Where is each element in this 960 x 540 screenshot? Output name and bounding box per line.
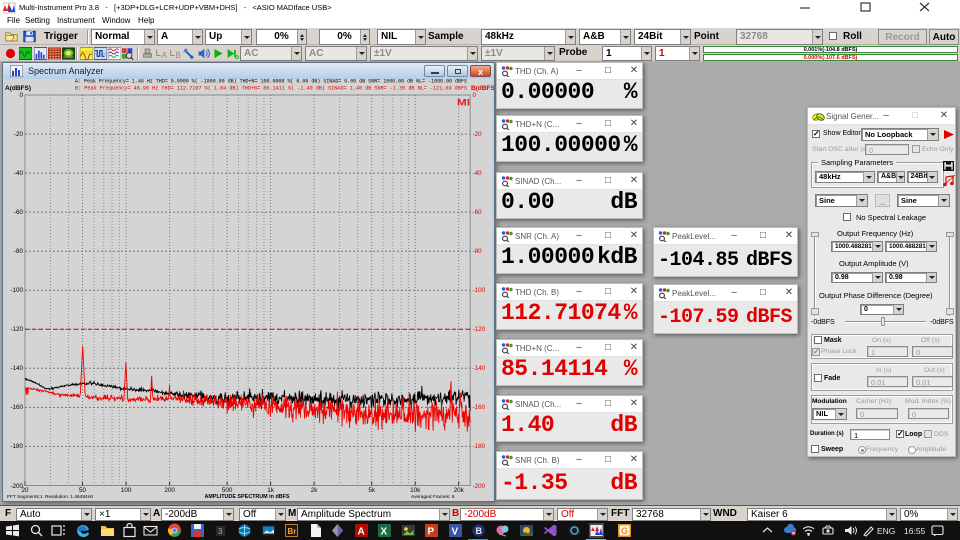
svg-text:Br: Br — [288, 527, 297, 536]
svg-text:G: G — [621, 526, 628, 536]
svg-text:A: A — [358, 527, 365, 538]
svg-text:P: P — [428, 527, 435, 538]
svg-text:B: B — [176, 51, 181, 60]
svg-text:B: B — [476, 526, 483, 536]
svg-text:3: 3 — [218, 527, 223, 536]
svg-text:X: X — [381, 527, 388, 538]
svg-text:V: V — [452, 527, 459, 538]
svg-text:A: A — [162, 51, 168, 60]
